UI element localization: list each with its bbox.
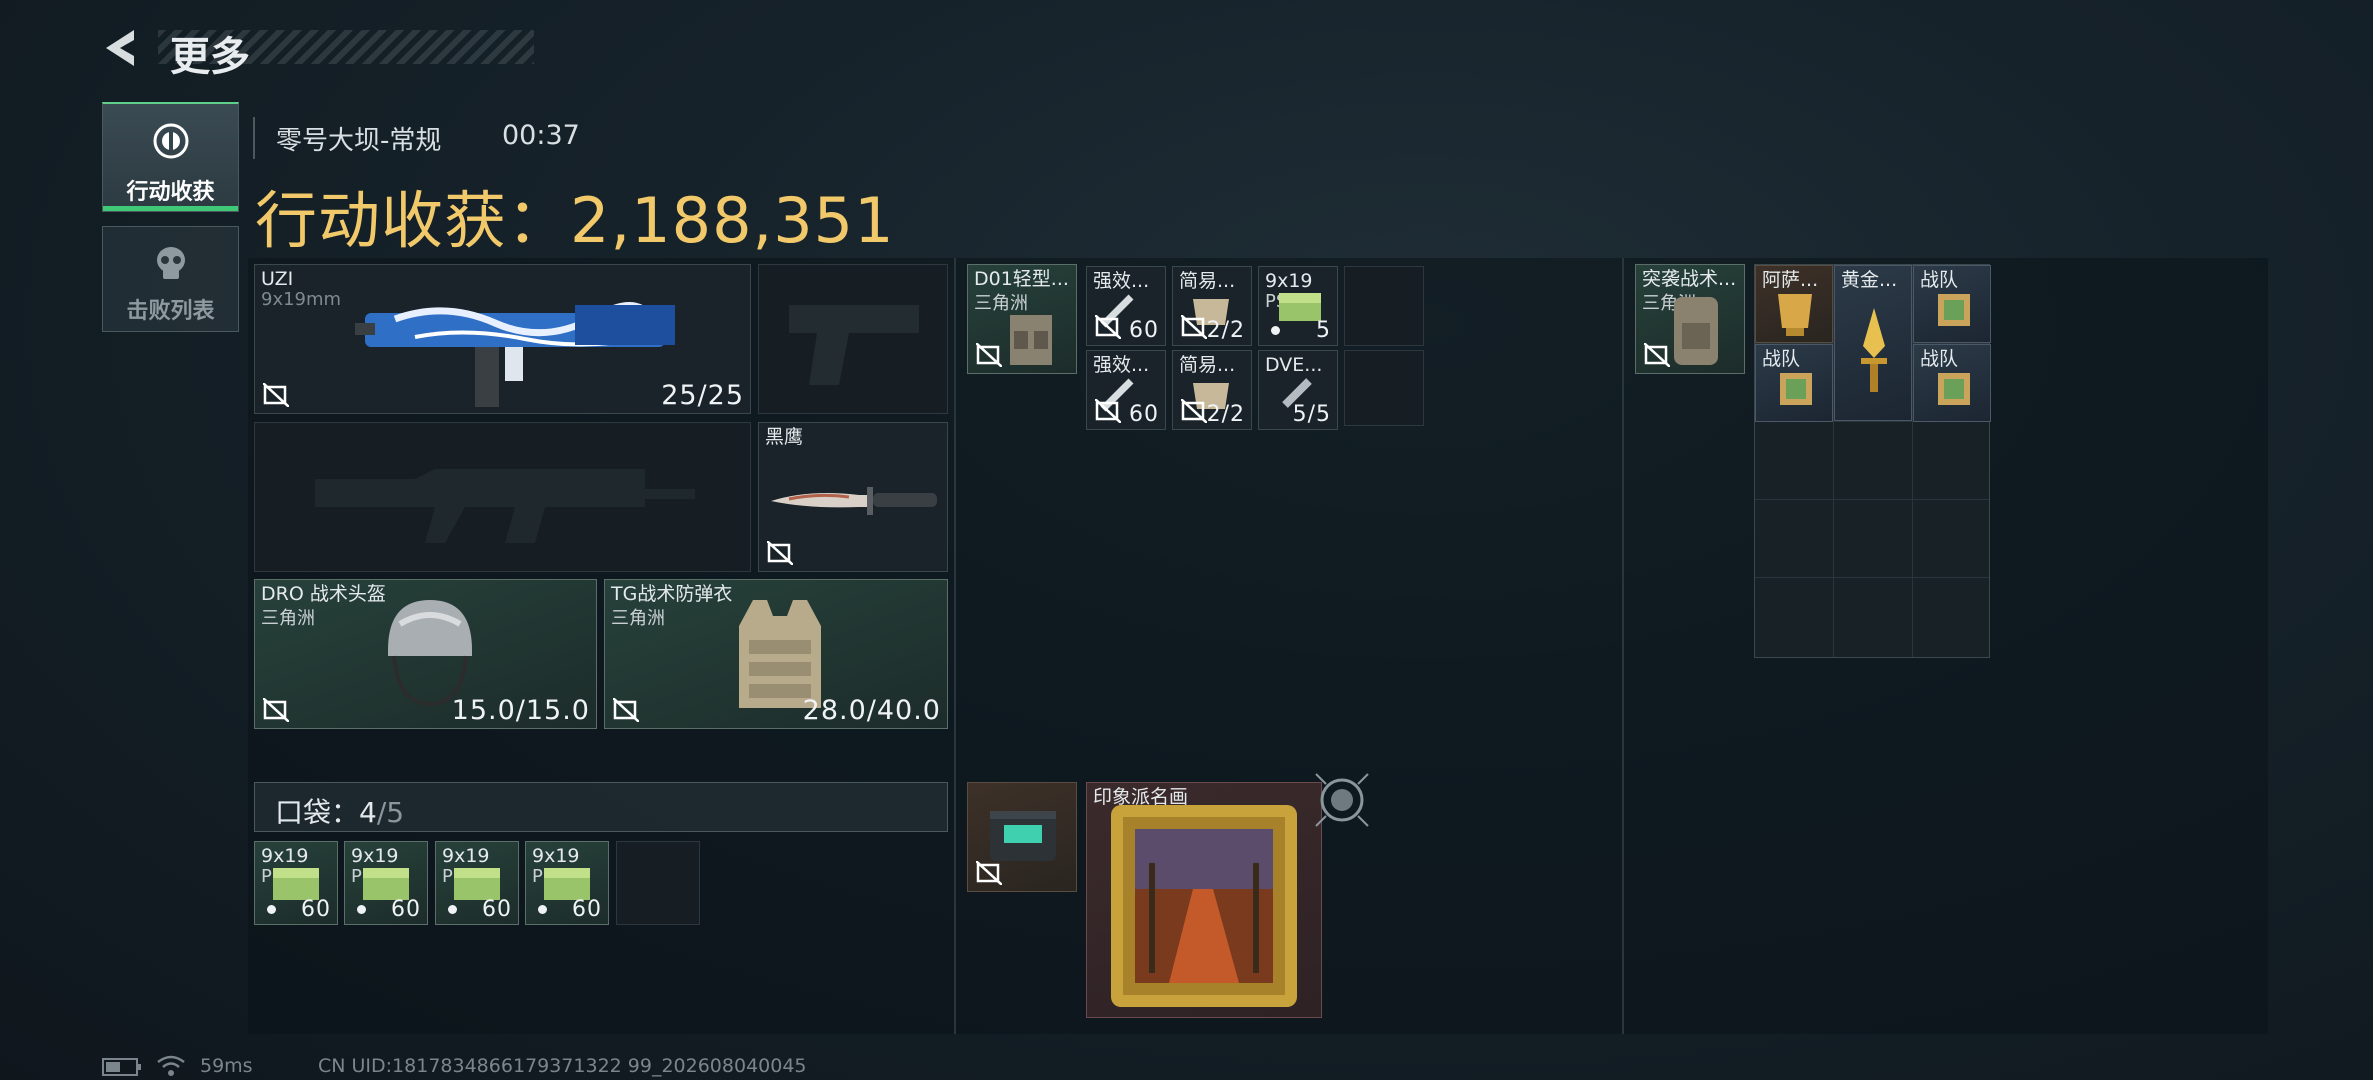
helmet-slot[interactable]: DRO 战术头盔 三角洲 15.0/15.0 <box>254 579 597 729</box>
tab-label: 行动收获 <box>126 180 215 205</box>
primary-weapon-slot[interactable]: UZI 9x19mm 25/25 <box>254 264 751 414</box>
page-title: 更多 <box>170 34 250 80</box>
no-drop-icon <box>1644 343 1670 367</box>
backpack-icon <box>1674 297 1718 365</box>
no-drop-icon <box>976 343 1002 367</box>
armor-name: TG战术防弹衣 <box>611 583 733 605</box>
no-drop-icon <box>1095 315 1121 339</box>
pocket-capacity: /5 <box>376 796 405 829</box>
pocket-used: 4 <box>359 796 377 829</box>
pocket-item[interactable]: 9x19 PSO 60 <box>525 841 609 925</box>
header-divider <box>253 117 255 159</box>
helmet-origin: 三角洲 <box>261 608 315 629</box>
team-card-icon <box>1938 294 1970 326</box>
golden-cup-icon <box>1778 294 1812 336</box>
rig-item[interactable]: 强效... 60 <box>1086 350 1166 430</box>
backpack-item[interactable]: 黄金... <box>1834 265 1912 421</box>
panel-divider <box>954 258 956 1034</box>
no-drop-icon <box>1095 399 1121 423</box>
ping-readout: 59ms <box>200 1055 253 1077</box>
tab-defeat-list[interactable]: 击败列表 <box>102 226 239 332</box>
harvest-total: 行动收获：2,188,351 <box>255 170 895 260</box>
no-drop-icon <box>263 698 289 722</box>
pocket-title: 口袋： <box>275 796 360 829</box>
rig-item[interactable]: 简易... 2/2 <box>1172 350 1252 430</box>
chest-rig-icon <box>1010 315 1052 365</box>
team-card-icon <box>1780 373 1812 405</box>
no-drop-icon <box>613 698 639 722</box>
armor-slot[interactable]: TG战术防弹衣 三角洲 28.0/40.0 <box>604 579 948 729</box>
no-drop-icon <box>976 861 1002 885</box>
secondary-weapon-slot[interactable] <box>254 422 751 572</box>
no-drop-icon <box>263 383 289 407</box>
wifi-icon <box>157 1055 185 1076</box>
chest-rig-name: D01轻型... <box>974 268 1069 290</box>
map-name: 零号大坝-常规 <box>276 126 442 156</box>
no-drop-icon <box>767 541 793 565</box>
pistol-silhouette-icon <box>789 305 919 385</box>
harvest-label: 行动收获： <box>255 184 571 257</box>
user-uid: CN UID:1817834866179371322 99_2026080400… <box>318 1055 807 1077</box>
backpack-item[interactable]: 阿萨... <box>1755 265 1833 343</box>
pocket-item[interactable]: 9x19 PSO 60 <box>344 841 428 925</box>
tab-label: 击败列表 <box>126 299 215 324</box>
uzi-weapon-icon <box>355 301 675 407</box>
rig-item[interactable]: DVE... 5/5 <box>1258 350 1338 430</box>
safe-box-icon <box>990 811 1056 861</box>
pocket-header: 口袋：4/5 <box>254 782 948 832</box>
armor-origin: 三角洲 <box>611 608 665 629</box>
loot-icon <box>152 122 190 164</box>
rig-item[interactable]: 强效... 60 <box>1086 266 1166 346</box>
helmet-name: DRO 战术头盔 <box>261 583 386 605</box>
rig-item[interactable]: 简易... 2/2 <box>1172 266 1252 346</box>
raid-time: 00:37 <box>502 120 580 151</box>
rig-empty-slot[interactable] <box>1344 350 1424 426</box>
pocket-label: 口袋：4/5 <box>275 791 404 831</box>
weapon-name: UZI <box>261 268 294 290</box>
tab-action-loot[interactable]: 行动收获 <box>102 102 239 212</box>
no-drop-icon <box>1181 399 1207 423</box>
weapon-caliber: 9x19mm <box>261 289 342 310</box>
backpack-slot[interactable]: 突袭战术... 三角洲 <box>1635 264 1745 374</box>
pocket-item[interactable]: 9x19 PSO 60 <box>435 841 519 925</box>
rig-item[interactable]: 9x19 PSO 5 <box>1258 266 1338 346</box>
backpack-item[interactable]: 战队 <box>1755 344 1833 422</box>
golden-dagger-icon <box>1861 308 1887 392</box>
melee-name: 黑鹰 <box>765 426 804 448</box>
battery-icon <box>102 1058 141 1076</box>
melee-slot[interactable]: 黑鹰 <box>758 422 948 572</box>
knife-icon <box>771 487 937 515</box>
panel-divider <box>1622 258 1624 1034</box>
team-card-icon <box>1938 373 1970 405</box>
armor-durability: 28.0/40.0 <box>802 695 941 726</box>
skull-icon <box>154 245 188 287</box>
painting-slot[interactable]: 印象派名画 <box>1086 782 1322 1018</box>
painting-icon <box>1111 805 1297 1007</box>
back-arrow-icon[interactable] <box>100 26 144 70</box>
rig-empty-slot[interactable] <box>1344 266 1424 346</box>
ammo-count: 25/25 <box>661 380 744 411</box>
helmet-durability: 15.0/15.0 <box>451 695 590 726</box>
harvest-value: 2,188,351 <box>570 184 895 257</box>
pocket-empty-slot[interactable] <box>616 841 700 925</box>
target-reticle-icon[interactable] <box>1312 770 1372 830</box>
no-drop-icon <box>1181 315 1207 339</box>
safe-case-slot[interactable] <box>967 782 1077 892</box>
backpack-item[interactable]: 战队 <box>1913 265 1991 343</box>
chest-rig-slot[interactable]: D01轻型... 三角洲 <box>967 264 1077 374</box>
pistol-slot[interactable] <box>758 264 948 414</box>
rifle-silhouette-icon <box>315 469 695 543</box>
backpack-item[interactable]: 战队 <box>1913 344 1991 422</box>
pocket-item[interactable]: 9x19 PSO 60 <box>254 841 338 925</box>
